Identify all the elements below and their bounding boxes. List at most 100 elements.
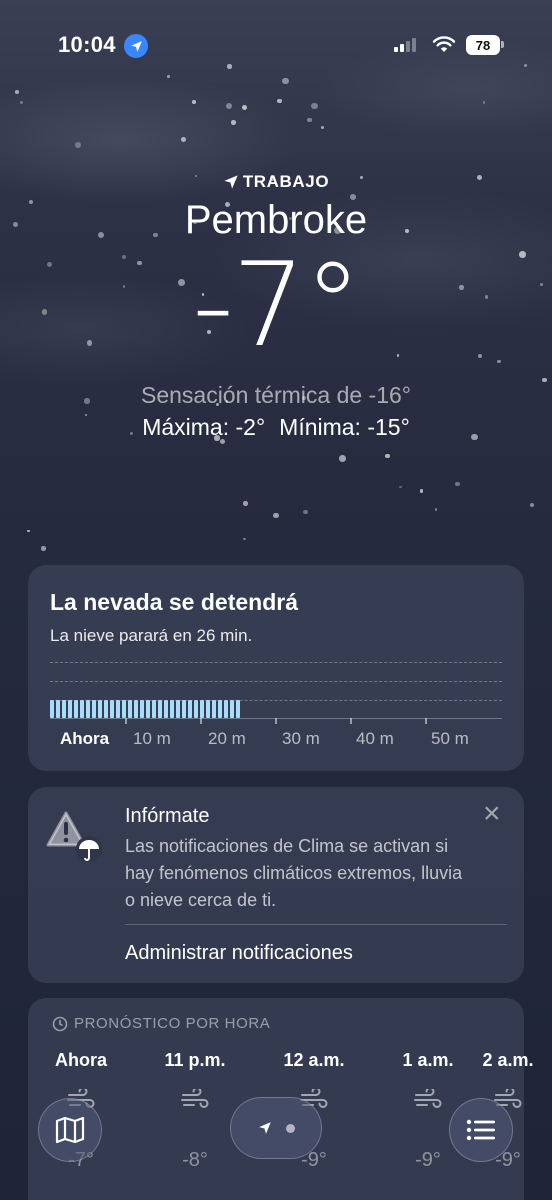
status-time: 10:04 — [58, 32, 116, 57]
precip-bar — [56, 700, 60, 718]
snowflake — [41, 546, 46, 551]
hourly-item: 11 p.m. -8° — [155, 1050, 235, 1172]
snowflake — [307, 117, 312, 123]
precip-bar — [176, 700, 180, 718]
chart-gridline — [50, 681, 502, 682]
axis-tick — [125, 718, 127, 724]
hour-label: 2 a.m. — [482, 1050, 534, 1070]
snowflake — [273, 513, 279, 519]
page-dot — [285, 1123, 295, 1133]
precip-bar — [50, 700, 54, 718]
snowflake — [241, 104, 247, 110]
snowflake — [227, 64, 232, 69]
hour-label: 1 a.m. — [402, 1050, 454, 1070]
low-temp: Mínima: -15° — [279, 414, 410, 440]
axis-label: 10 m — [133, 729, 171, 748]
map-button[interactable] — [38, 1098, 102, 1162]
hour-label: 12 a.m. — [283, 1050, 345, 1070]
precip-bar — [224, 700, 228, 718]
hour-label: Ahora — [54, 1050, 107, 1070]
precip-bar — [230, 700, 234, 718]
axis-label: 50 m — [431, 729, 469, 748]
snowflake — [482, 101, 486, 104]
manage-notifications-button[interactable]: Administrar notificaciones — [125, 942, 353, 965]
status-bar: 10:04 78 — [0, 30, 552, 60]
warning-umbrella-icon — [44, 809, 112, 870]
precip-bar — [128, 700, 132, 718]
precip-bar — [206, 700, 210, 718]
axis-label: 20 m — [208, 729, 246, 748]
location-label: TRABAJO — [0, 172, 552, 195]
divider — [125, 924, 507, 925]
chart-gridline — [50, 662, 502, 663]
hour-temp: -8° — [182, 1149, 208, 1171]
axis-label: 40 m — [356, 729, 394, 748]
snowflake — [277, 99, 282, 104]
city-name: Pembroke — [184, 198, 368, 242]
axis-label: 30 m — [282, 729, 320, 748]
snowflake — [529, 502, 535, 508]
precip-bar — [116, 700, 120, 718]
snowflake — [455, 481, 460, 487]
snowflake — [243, 501, 248, 506]
hour-label: 11 p.m. — [164, 1050, 226, 1070]
precip-bar — [194, 700, 198, 718]
notifications-card: Infórmate Las notificaciones de Clima se… — [28, 787, 524, 983]
precip-bar — [212, 700, 216, 718]
precip-bar — [92, 700, 96, 718]
precip-bar — [182, 700, 186, 718]
location-pager[interactable] — [230, 1097, 322, 1159]
snowflake — [303, 510, 308, 515]
precip-bar — [158, 700, 162, 718]
snowflake — [281, 77, 289, 85]
snow-card-title: La nevada se detendrá — [50, 589, 298, 615]
location-arrow-icon — [258, 1122, 271, 1134]
snowflake — [15, 90, 19, 94]
snowflake — [27, 529, 31, 533]
precip-bar — [152, 700, 156, 718]
precip-bar — [104, 700, 108, 718]
precip-bar — [146, 700, 150, 718]
axis-label-now: Ahora — [60, 729, 110, 748]
snow-card-subtitle: La nieve parará en 26 min. — [50, 626, 253, 645]
snowflake — [20, 100, 24, 104]
snowflake — [320, 125, 325, 130]
precip-bar — [140, 700, 144, 718]
snowflake — [339, 455, 346, 462]
high-low: Máxima: -2° Mínima: -15° — [0, 414, 552, 441]
snowflake — [181, 136, 186, 142]
precip-bar — [122, 700, 126, 718]
axis-tick — [200, 718, 202, 724]
location-services-icon — [124, 34, 148, 58]
precipitation-bars — [50, 700, 240, 718]
close-icon[interactable]: × — [483, 799, 501, 829]
precip-bar — [62, 700, 66, 718]
cellular-signal-icon — [394, 38, 416, 52]
snowflake — [420, 489, 424, 493]
hourly-header: PRONÓSTICO POR HORA — [52, 1015, 270, 1032]
high-temp: Máxima: -2° — [142, 414, 266, 440]
snow-forecast-card[interactable]: La nevada se detendrá La nieve parará en… — [28, 565, 524, 771]
precip-bar — [170, 700, 174, 718]
info-body: Las notificaciones de Clima se activan s… — [125, 836, 463, 910]
snowflake — [231, 120, 236, 125]
snowflake — [166, 74, 170, 78]
clock-icon — [52, 1016, 68, 1031]
precip-bar — [68, 700, 72, 718]
snowflake — [243, 537, 247, 541]
precip-bar — [98, 700, 102, 718]
precip-bar — [188, 700, 192, 718]
snowflake — [399, 485, 402, 489]
battery-indicator: 78 — [466, 35, 500, 55]
locations-list-button[interactable] — [449, 1098, 513, 1162]
location-label-text: TRABAJO — [242, 172, 330, 191]
precip-bar — [236, 700, 240, 718]
list-icon — [466, 1119, 495, 1141]
precip-bar — [200, 700, 204, 718]
precip-bar — [218, 700, 222, 718]
precip-bar — [80, 700, 84, 718]
hour-temp: -9° — [415, 1149, 441, 1171]
axis-tick — [350, 718, 352, 724]
precip-bar — [86, 700, 90, 718]
axis-tick — [425, 718, 427, 724]
